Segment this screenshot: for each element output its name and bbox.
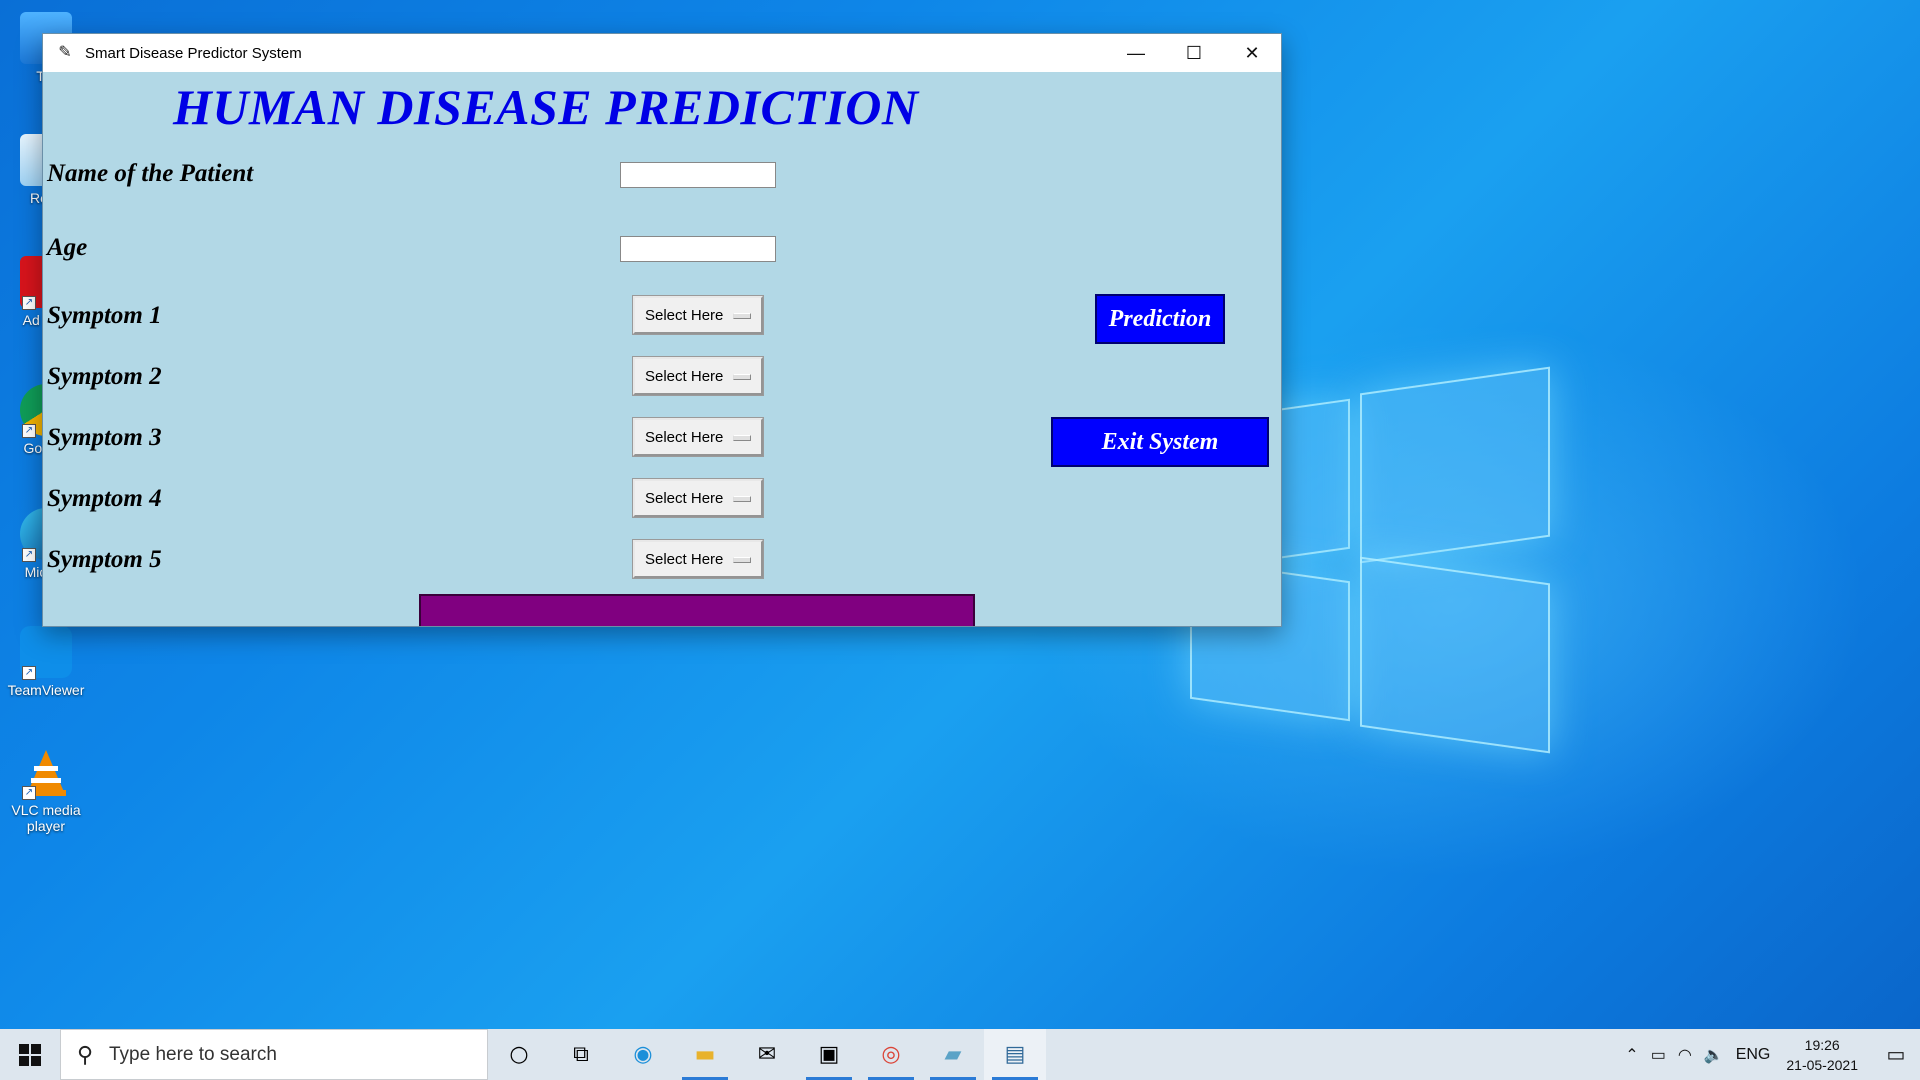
- symptom-1-dropdown[interactable]: Select Here: [633, 296, 763, 334]
- notification-center-icon[interactable]: ▭: [1872, 1042, 1920, 1067]
- window-title: Smart Disease Predictor System: [85, 44, 302, 62]
- dropdown-value: Select Here: [645, 550, 724, 568]
- mail-icon[interactable]: ✉: [736, 1029, 798, 1080]
- wifi-icon[interactable]: ◠: [1672, 1045, 1698, 1065]
- name-input[interactable]: [620, 162, 776, 188]
- notepad-icon[interactable]: ▰: [922, 1029, 984, 1080]
- cortana-icon[interactable]: ○: [488, 1029, 550, 1080]
- close-button[interactable]: ✕: [1223, 34, 1281, 72]
- vlc-icon: ↗: [20, 746, 72, 800]
- clock-time: 19:26: [1804, 1036, 1840, 1053]
- app-body: HUMAN DISEASE PREDICTION Name of the Pat…: [43, 72, 1281, 626]
- show-hidden-icons-icon[interactable]: ⌃: [1619, 1045, 1644, 1065]
- taskbar-search-box[interactable]: ⚲ Type here to search: [60, 1029, 488, 1080]
- page-title: HUMAN DISEASE PREDICTION: [173, 79, 919, 135]
- taskbar: ⚲ Type here to search ○ ⧉ ◉ ▬ ✉ ▣ ◎ ▰ ▤ …: [0, 1029, 1920, 1080]
- dropdown-value: Select Here: [645, 306, 724, 324]
- task-view-icon[interactable]: ⧉: [550, 1029, 612, 1080]
- desktop-icon-teamviewer[interactable]: ↗ TeamViewer: [0, 626, 92, 698]
- dropdown-indicator-icon: [733, 557, 751, 563]
- volume-icon[interactable]: 🔈: [1698, 1045, 1730, 1065]
- age-label: Age: [47, 234, 88, 261]
- symptom-2-label: Symptom 2: [47, 363, 162, 390]
- symptom-4-dropdown[interactable]: Select Here: [633, 479, 763, 517]
- edge-icon[interactable]: ◉: [612, 1029, 674, 1080]
- chrome-icon[interactable]: ◎: [860, 1029, 922, 1080]
- age-input[interactable]: [620, 236, 776, 262]
- symptom-5-label: Symptom 5: [47, 546, 162, 573]
- exit-system-button[interactable]: Exit System: [1051, 417, 1269, 467]
- terminal-icon[interactable]: ▣: [798, 1029, 860, 1080]
- symptom-4-label: Symptom 4: [47, 485, 162, 512]
- dropdown-indicator-icon: [733, 435, 751, 441]
- desktop-icon-label: VLC media player: [11, 802, 81, 834]
- title-bar[interactable]: ✎ Smart Disease Predictor System — ☐ ✕: [43, 34, 1281, 72]
- symptom-5-dropdown[interactable]: Select Here: [633, 540, 763, 578]
- dropdown-indicator-icon: [733, 496, 751, 502]
- clock[interactable]: 19:26 21-05-2021: [1776, 1035, 1872, 1075]
- symptom-3-dropdown[interactable]: Select Here: [633, 418, 763, 456]
- name-label: Name of the Patient: [47, 160, 254, 187]
- dropdown-value: Select Here: [645, 489, 724, 507]
- file-explorer-icon[interactable]: ▬: [674, 1029, 736, 1080]
- search-icon: ⚲: [76, 1041, 94, 1067]
- battery-icon[interactable]: ▭: [1645, 1045, 1672, 1065]
- python-idle-icon[interactable]: ▤: [984, 1029, 1046, 1080]
- dropdown-value: Select Here: [645, 428, 724, 446]
- windows-start-icon: [19, 1043, 41, 1066]
- desktop-icon-label: TeamViewer: [7, 682, 85, 698]
- search-placeholder: Type here to search: [109, 1043, 277, 1065]
- start-button[interactable]: [0, 1029, 60, 1080]
- minimize-button[interactable]: —: [1107, 34, 1165, 72]
- system-tray: ⌃ ▭ ◠ 🔈 ENG 19:26 21-05-2021 ▭: [1619, 1029, 1920, 1080]
- symptom-1-label: Symptom 1: [47, 302, 162, 329]
- desktop: Thi Recy ↗ Ad Rea ↗ Go Chr ↗ Mic Ed ↗ Te…: [0, 0, 1920, 1029]
- language-indicator[interactable]: ENG: [1730, 1046, 1777, 1064]
- teamviewer-icon: ↗: [20, 626, 72, 680]
- dropdown-indicator-icon: [733, 313, 751, 319]
- app-window: ✎ Smart Disease Predictor System — ☐ ✕ H…: [42, 33, 1282, 627]
- prediction-result-field: [419, 594, 975, 626]
- dropdown-indicator-icon: [733, 374, 751, 380]
- desktop-icon-vlc[interactable]: ↗ VLC media player: [0, 746, 92, 834]
- maximize-button[interactable]: ☐: [1165, 34, 1223, 72]
- clock-date: 21-05-2021: [1786, 1056, 1858, 1073]
- symptom-3-label: Symptom 3: [47, 424, 162, 451]
- prediction-button[interactable]: Prediction: [1095, 294, 1225, 344]
- dropdown-value: Select Here: [645, 367, 724, 385]
- feather-icon: ✎: [58, 44, 72, 61]
- symptom-2-dropdown[interactable]: Select Here: [633, 357, 763, 395]
